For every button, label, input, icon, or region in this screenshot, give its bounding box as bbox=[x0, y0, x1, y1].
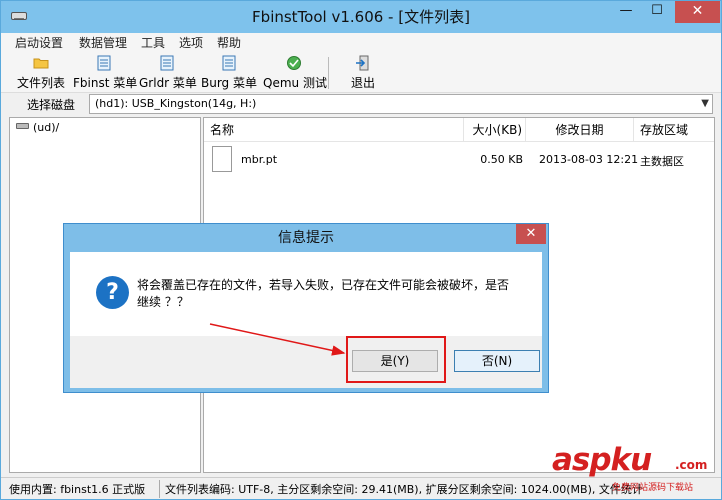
watermark-tld: .com bbox=[675, 458, 708, 472]
watermark-sub: 免费网站源码下载站 bbox=[612, 483, 694, 493]
annotation-arrow bbox=[209, 323, 346, 356]
watermark-brand: aspku bbox=[552, 442, 652, 478]
